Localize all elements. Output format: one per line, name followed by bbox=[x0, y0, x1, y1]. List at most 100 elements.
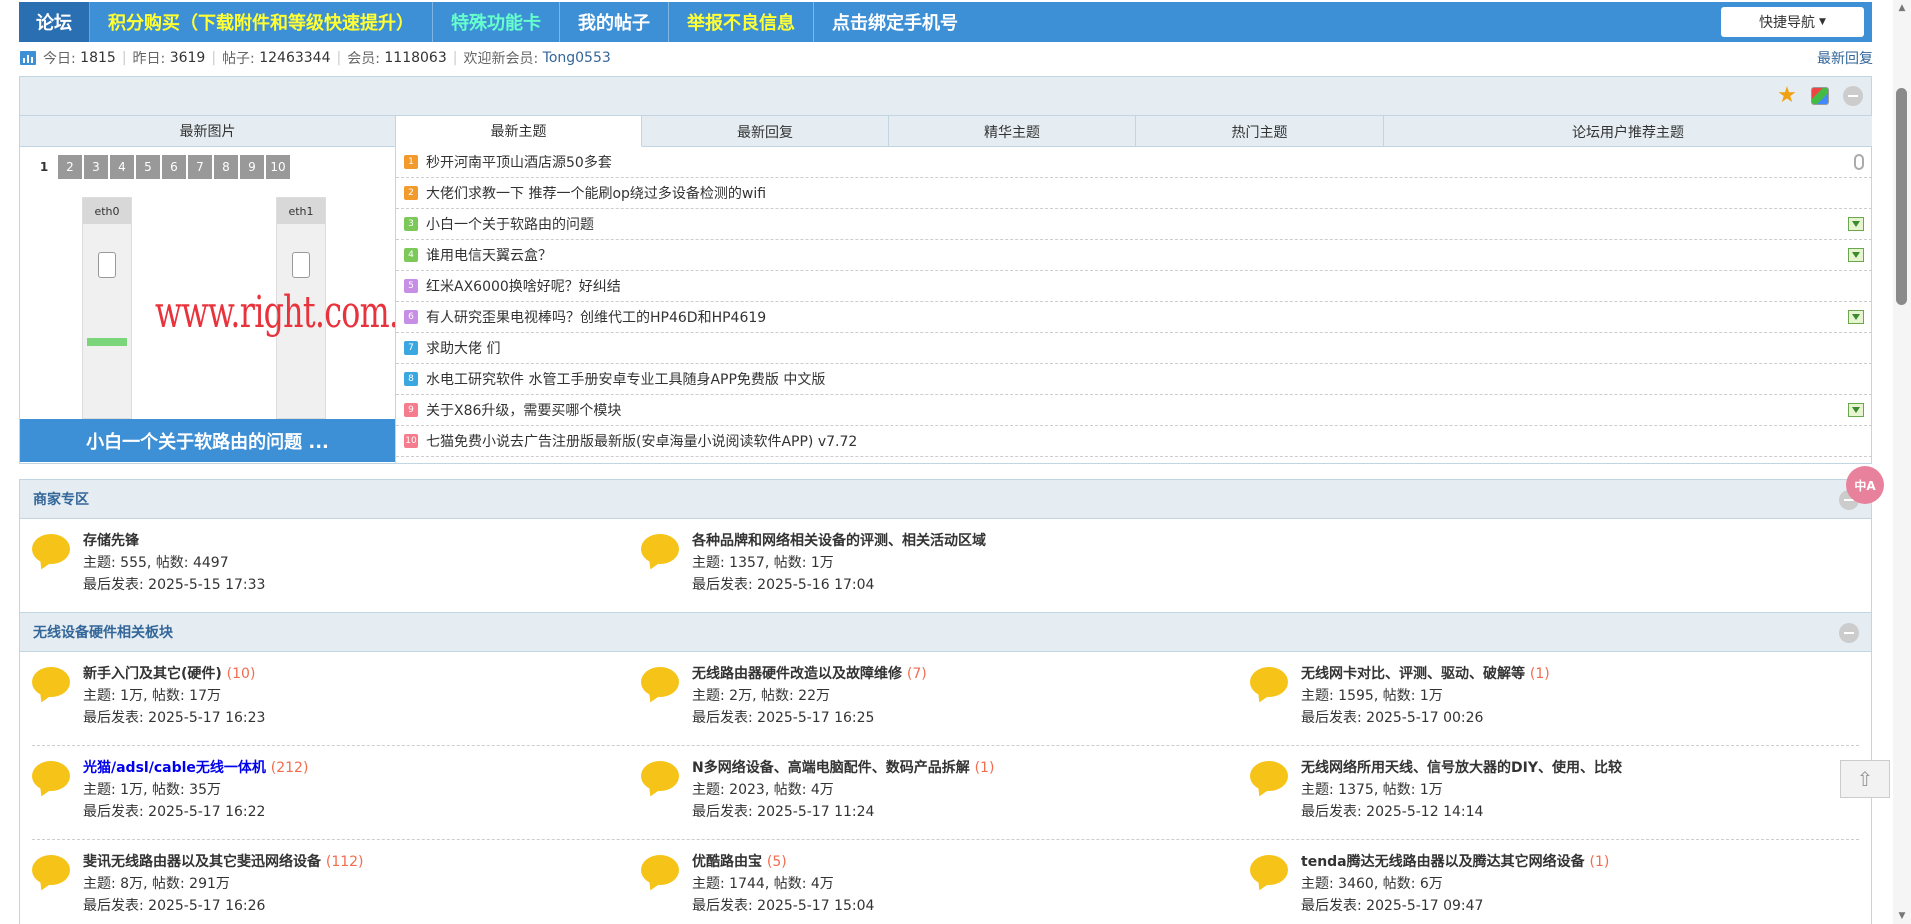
forum-bubble-icon[interactable] bbox=[1250, 855, 1288, 885]
forum-name-link[interactable]: 无线路由器硬件改造以及故障维修 (7) bbox=[692, 663, 927, 683]
thread-title-link[interactable]: 小白一个关于软路由的问题 bbox=[426, 214, 594, 234]
collapse-icon[interactable] bbox=[1839, 623, 1859, 643]
forum-meta: 主题: 1375, 帖数: 1万 最后发表: 2025-5-12 14:14 bbox=[1301, 782, 1484, 820]
rank-badge: 9 bbox=[404, 403, 418, 417]
forum-bubble-icon[interactable] bbox=[641, 761, 679, 791]
last-post-time[interactable]: 2025-5-16 17:04 bbox=[757, 577, 874, 593]
slide-page[interactable]: 1 bbox=[32, 155, 56, 179]
nav-my-posts[interactable]: 我的帖子 bbox=[560, 2, 669, 42]
last-post-time[interactable]: 2025-5-17 16:23 bbox=[148, 710, 265, 726]
collapse-icon[interactable] bbox=[1843, 86, 1863, 106]
rank-badge: 4 bbox=[404, 248, 418, 262]
thread-title-link[interactable]: 水电工研究软件 水管工手册安卓专业工具随身APP免费版 中文版 bbox=[426, 369, 825, 389]
caret-down-icon: ▼ bbox=[1819, 17, 1826, 27]
forum-new-count: (7) bbox=[906, 666, 927, 682]
slide-page[interactable]: 3 bbox=[84, 155, 108, 179]
last-post-time[interactable]: 2025-5-12 14:14 bbox=[1366, 804, 1483, 820]
last-post-time[interactable]: 2025-5-17 11:24 bbox=[757, 804, 874, 820]
star-icon[interactable]: ★ bbox=[1777, 85, 1797, 107]
nav-bind-phone[interactable]: 点击绑定手机号 bbox=[814, 2, 976, 42]
forum-bubble-icon[interactable] bbox=[32, 761, 70, 791]
forum-bubble-icon[interactable] bbox=[641, 667, 679, 697]
scroll-down-icon[interactable]: ▼ bbox=[1893, 908, 1911, 924]
nav-buy-points[interactable]: 积分购买（下载附件和等级快速提升） bbox=[90, 2, 433, 42]
slide-page[interactable]: 10 bbox=[266, 155, 290, 179]
tab-latest-replies[interactable]: 最新回复 bbox=[642, 116, 889, 147]
thread-title-link[interactable]: 有人研究歪果电视棒吗？创维代工的HP46D和HP4619 bbox=[426, 307, 766, 327]
slide-page[interactable]: 5 bbox=[136, 155, 160, 179]
newest-member-link[interactable]: Tong0553 bbox=[543, 50, 611, 66]
forum-name-link[interactable]: 存储先锋 bbox=[83, 530, 139, 550]
yesterday-label: 昨日: bbox=[132, 51, 166, 67]
forum-name-link[interactable]: 斐讯无线路由器以及其它斐迅网络设备 (112) bbox=[83, 851, 364, 871]
thread-title-link[interactable]: 七猫免费小说去广告注册版最新版(安卓海量小说阅读软件APP) v7.72 bbox=[426, 431, 857, 451]
forum-name-link[interactable]: 优酷路由宝 (5) bbox=[692, 851, 787, 871]
thread-title-link[interactable]: 秒开河南平顶山酒店源50多套 bbox=[426, 152, 612, 172]
scroll-up-icon[interactable]: ▲ bbox=[1893, 0, 1911, 16]
slide-page[interactable]: 7 bbox=[188, 155, 212, 179]
tab-recommended-threads[interactable]: 论坛用户推荐主题 bbox=[1384, 116, 1872, 147]
thread-title-link[interactable]: 谁用电信天翼云盒？ bbox=[426, 245, 552, 265]
section-header[interactable]: 商家专区 bbox=[20, 480, 1871, 519]
quick-nav-button[interactable]: 快捷导航 ▼ bbox=[1721, 7, 1864, 37]
forum-bubble-icon[interactable] bbox=[32, 855, 70, 885]
forum-name: 斐讯无线路由器以及其它斐迅网络设备 bbox=[83, 854, 321, 870]
scrollbar[interactable]: ▲ ▼ bbox=[1893, 0, 1911, 924]
slide-page[interactable]: 9 bbox=[240, 155, 264, 179]
tab-hot-threads[interactable]: 热门主题 bbox=[1136, 116, 1384, 147]
last-post-time[interactable]: 2025-5-17 16:26 bbox=[148, 898, 265, 914]
slide-caption[interactable]: 小白一个关于软路由的问题 ... bbox=[20, 419, 395, 462]
forum-bubble-icon[interactable] bbox=[1250, 667, 1288, 697]
thread-title-link[interactable]: 求助大佬 们 bbox=[426, 338, 500, 358]
forum-name-link[interactable]: 新手入门及其它(硬件) (10) bbox=[83, 663, 255, 683]
posts-label: 帖子: bbox=[222, 51, 255, 67]
scrollbar-thumb[interactable] bbox=[1896, 88, 1907, 305]
forum-bubble-icon[interactable] bbox=[641, 855, 679, 885]
last-post-time[interactable]: 2025-5-17 16:25 bbox=[757, 710, 874, 726]
nav-home[interactable]: 论坛 bbox=[19, 2, 90, 42]
style-switch-icon[interactable] bbox=[1811, 87, 1829, 105]
posts-label: 帖数: bbox=[152, 876, 185, 892]
forum-name-link[interactable]: N多网络设备、高端电脑配件、数码产品拆解 (1) bbox=[692, 757, 994, 777]
forum-bubble-icon[interactable] bbox=[641, 534, 679, 564]
forum-bubble-icon[interactable] bbox=[32, 534, 70, 564]
thread-item: 10 七猫免费小说去广告注册版最新版(安卓海量小说阅读软件APP) v7.72 bbox=[396, 426, 1872, 457]
thread-item: 3 小白一个关于软路由的问题 bbox=[396, 209, 1872, 240]
slide-image[interactable]: eth0 eth1 www.right.com.cn bbox=[20, 197, 395, 419]
forum-name-link[interactable]: 各种品牌和网络相关设备的评测、相关活动区域 bbox=[692, 530, 986, 550]
last-post-time[interactable]: 2025-5-17 16:22 bbox=[148, 804, 265, 820]
last-post-time[interactable]: 2025-5-17 09:47 bbox=[1366, 898, 1483, 914]
forum-bubble-icon[interactable] bbox=[1250, 761, 1288, 791]
last-post-time[interactable]: 2025-5-17 15:04 bbox=[757, 898, 874, 914]
thread-title-link[interactable]: 大佬们求教一下 推荐一个能刷op绕过多设备检测的wifi bbox=[426, 183, 766, 203]
section-header[interactable]: 无线设备硬件相关板块 bbox=[20, 613, 1871, 652]
forum-name-link[interactable]: tenda腾达无线路由器以及腾达其它网络设备 (1) bbox=[1301, 851, 1609, 871]
thread-title-link[interactable]: 关于X86升级，需要买哪个模块 bbox=[426, 400, 621, 420]
forum-name-link[interactable]: 无线网卡对比、评测、驱动、破解等 (1) bbox=[1301, 663, 1550, 683]
nav-report[interactable]: 举报不良信息 bbox=[669, 2, 814, 42]
posts-count: 1万 bbox=[1419, 782, 1443, 798]
tab-latest-threads[interactable]: 最新主题 bbox=[396, 116, 642, 147]
last-post-time[interactable]: 2025-5-15 17:33 bbox=[148, 577, 265, 593]
slide-page[interactable]: 6 bbox=[162, 155, 186, 179]
forum-name-link[interactable]: 无线网络所用天线、信号放大器的DIY、使用、比较 bbox=[1301, 757, 1622, 777]
showcase-box: ★ 最新图片 1 2 3 4 5 6 7 8 9 10 eth0 eth1 ww… bbox=[19, 76, 1872, 464]
posts-label: 帖数: bbox=[155, 555, 189, 571]
forum-meta: 主题: 8万, 帖数: 291万 最后发表: 2025-5-17 16:26 bbox=[83, 876, 266, 914]
thread-item: 5 红米AX6000换啥好呢？好纠结 bbox=[396, 271, 1872, 302]
slide-page[interactable]: 8 bbox=[214, 155, 238, 179]
tab-digest-threads[interactable]: 精华主题 bbox=[889, 116, 1136, 147]
slide-page[interactable]: 2 bbox=[58, 155, 82, 179]
slide-page[interactable]: 4 bbox=[110, 155, 134, 179]
port-label-left: eth0 bbox=[83, 198, 131, 224]
nav-special-cards[interactable]: 特殊功能卡 bbox=[433, 2, 560, 42]
translate-button[interactable]: 中A bbox=[1846, 466, 1884, 504]
thread-title-link[interactable]: 红米AX6000换啥好呢？好纠结 bbox=[426, 276, 621, 296]
back-to-top-button[interactable]: ⇧ bbox=[1840, 760, 1890, 798]
forum-name: 优酷路由宝 bbox=[692, 854, 762, 870]
forum-bubble-icon[interactable] bbox=[32, 667, 70, 697]
forum-name-link[interactable]: 光猫/adsl/cable无线一体机 (212) bbox=[83, 757, 308, 777]
last-post-time[interactable]: 2025-5-17 00:26 bbox=[1366, 710, 1483, 726]
latest-replies-link[interactable]: 最新回复 bbox=[1817, 48, 1873, 68]
forum-meta: 主题: 3460, 帖数: 6万 最后发表: 2025-5-17 09:47 bbox=[1301, 876, 1484, 914]
